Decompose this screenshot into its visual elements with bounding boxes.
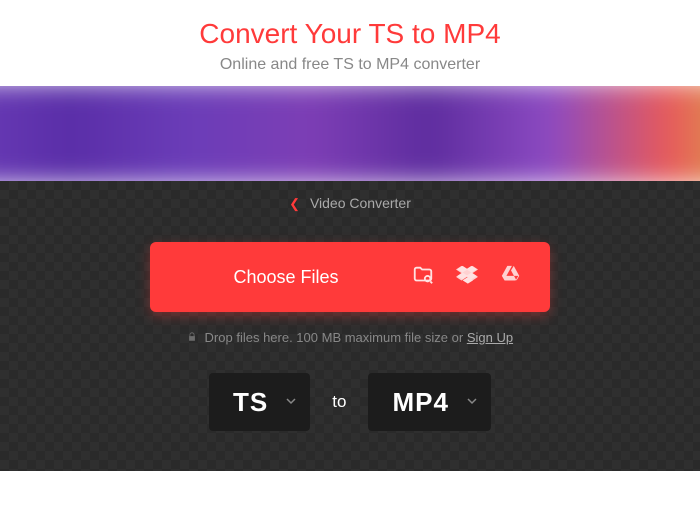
ad-banner (0, 86, 700, 181)
chevron-down-icon (286, 393, 296, 411)
choose-files-button[interactable]: Choose Files (150, 242, 550, 312)
drop-hint-text: Drop files here. 100 MB maximum file siz… (205, 330, 467, 345)
target-format-select[interactable]: MP4 (368, 373, 490, 431)
sign-up-link[interactable]: Sign Up (467, 330, 513, 345)
lock-icon (187, 330, 201, 345)
breadcrumb-label: Video Converter (310, 195, 411, 211)
folder-search-icon[interactable] (412, 264, 434, 291)
header: Convert Your TS to MP4 Online and free T… (0, 0, 700, 86)
source-format-label: TS (233, 387, 268, 418)
source-format-select[interactable]: TS (209, 373, 310, 431)
page-title: Convert Your TS to MP4 (0, 18, 700, 50)
google-drive-icon[interactable] (500, 264, 522, 291)
chevron-left-icon: ❮ (289, 196, 300, 211)
drop-hint: Drop files here. 100 MB maximum file siz… (0, 312, 700, 373)
format-row: TS to MP4 (0, 373, 700, 431)
source-icons (402, 264, 550, 291)
to-label: to (332, 392, 346, 412)
chevron-down-icon (467, 393, 477, 411)
dropbox-icon[interactable] (456, 264, 478, 291)
breadcrumb[interactable]: ❮ Video Converter (0, 181, 700, 242)
converter-panel: ❮ Video Converter Choose Files (0, 181, 700, 471)
choose-files-label: Choose Files (150, 267, 402, 288)
target-format-label: MP4 (392, 387, 448, 418)
page-subtitle: Online and free TS to MP4 converter (0, 56, 700, 74)
